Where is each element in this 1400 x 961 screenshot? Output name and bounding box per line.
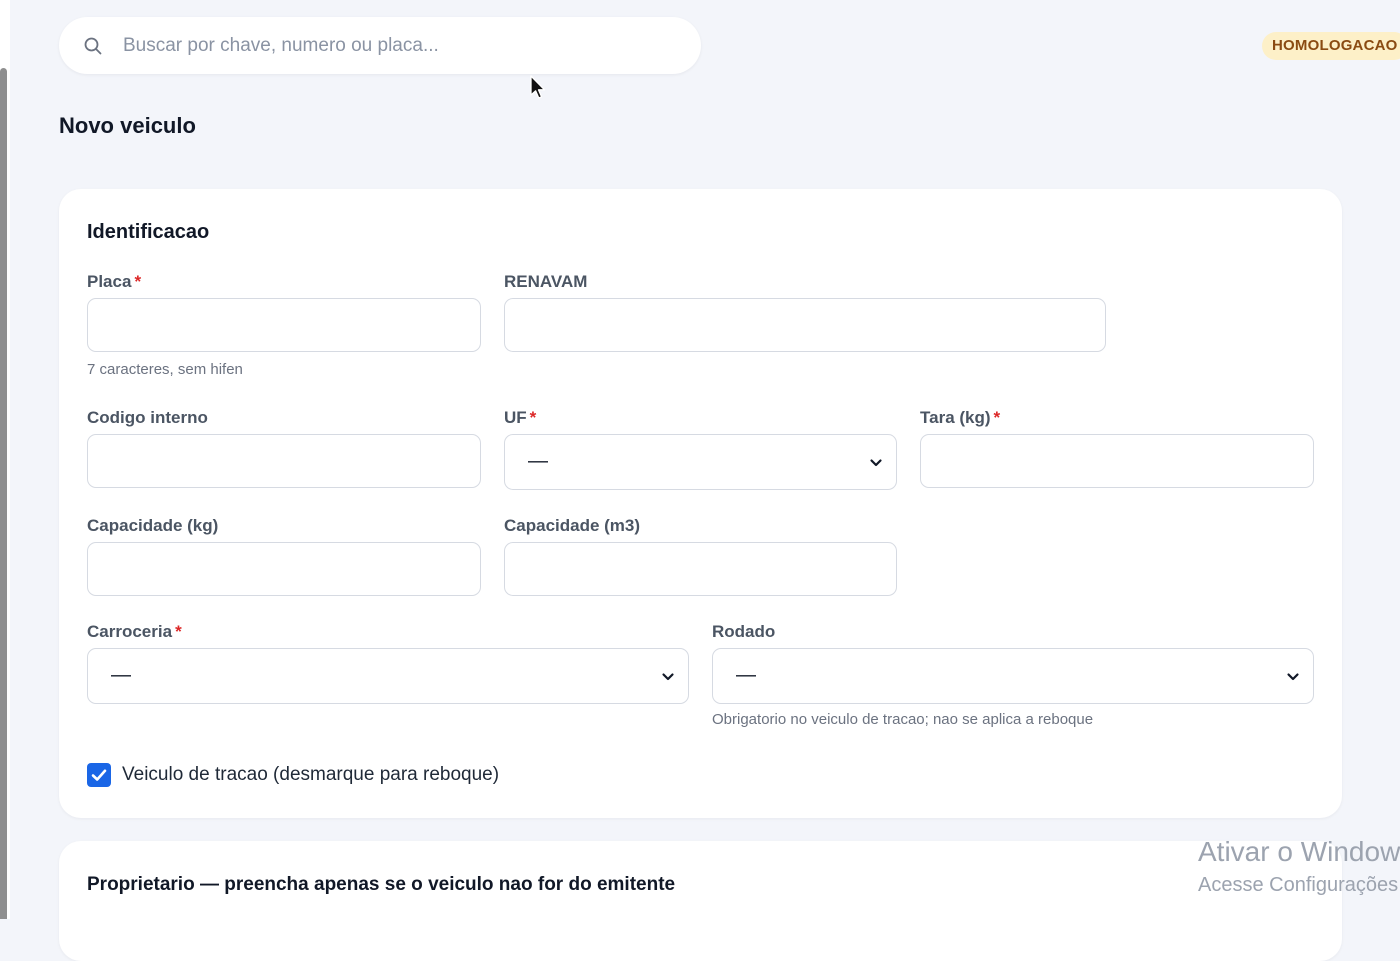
field-renavam: RENAVAM [504, 271, 1106, 352]
field-carroceria: Carroceria * — [87, 621, 689, 704]
field-rodado: Rodado — Obrigatorio no veiculo de traca… [712, 621, 1314, 728]
renavam-label: RENAVAM [504, 272, 588, 291]
field-capacidade-m3: Capacidade (m3) [504, 515, 897, 596]
field-tara: Tara (kg) * [920, 407, 1314, 488]
renavam-input[interactable] [504, 298, 1106, 352]
tara-label: Tara (kg) * [920, 408, 1001, 427]
required-mark: * [175, 622, 182, 641]
chevron-down-icon [870, 459, 882, 467]
section-title-proprietario: Proprietario — preencha apenas se o veic… [87, 874, 676, 895]
carroceria-selected-value: — [111, 664, 131, 686]
placa-hint: 7 caracteres, sem hifen [87, 361, 243, 378]
environment-badge: HOMOLOGACAO [1262, 32, 1400, 60]
rodado-select[interactable]: — [712, 648, 1314, 704]
carroceria-label: Carroceria * [87, 622, 182, 641]
check-icon [91, 769, 107, 781]
traction-checkbox[interactable] [87, 763, 111, 787]
uf-selected-value: — [528, 450, 548, 472]
capacidade-m3-label: Capacidade (m3) [504, 516, 641, 535]
scrollbar-thumb[interactable] [0, 68, 7, 919]
required-mark: * [993, 408, 1001, 427]
rodado-label: Rodado [712, 622, 776, 641]
required-mark: * [134, 272, 142, 291]
rodado-selected-value: — [736, 664, 756, 686]
windows-activation-watermark: Ativar o Windows Acesse Configurações pa… [1198, 836, 1400, 919]
placa-input[interactable] [87, 298, 481, 352]
capacidade-m3-input[interactable] [504, 542, 897, 596]
required-mark: * [529, 408, 537, 427]
chevron-down-icon [1287, 673, 1299, 681]
chevron-down-icon [662, 673, 674, 681]
placa-label: Placa * [87, 272, 142, 291]
uf-label: UF * [504, 408, 537, 427]
codigo-interno-label: Codigo interno [87, 408, 208, 427]
identification-card: Identificacao Placa * 7 caracteres, sem h… [59, 189, 1342, 818]
capacidade-kg-input[interactable] [87, 542, 481, 596]
global-search-box[interactable] [59, 17, 701, 74]
tara-input[interactable] [920, 434, 1314, 488]
owner-card: Proprietario — preencha apenas se o veic… [59, 841, 1342, 961]
codigo-interno-input[interactable] [87, 434, 481, 488]
capacidade-kg-label: Capacidade (kg) [87, 516, 219, 535]
carroceria-select[interactable]: — [87, 648, 689, 704]
page-title: Novo veiculo [59, 113, 196, 138]
scrollbar-track[interactable] [0, 0, 10, 919]
field-capacidade-kg: Capacidade (kg) [87, 515, 481, 596]
search-input[interactable] [121, 25, 685, 67]
rodado-hint: Obrigatorio no veiculo de tracao; nao se… [712, 711, 1094, 728]
mouse-cursor-icon [530, 75, 546, 99]
search-icon [84, 37, 102, 55]
field-uf: UF * — [504, 407, 897, 490]
watermark-line-2: Acesse Configurações para ativar o Windo… [1198, 874, 1400, 896]
field-codigo-interno: Codigo interno [87, 407, 481, 488]
traction-checkbox-label[interactable]: Veiculo de tracao (desmarque para reboqu… [122, 764, 499, 786]
field-placa: Placa * 7 caracteres, sem hifen [87, 271, 481, 378]
uf-select[interactable]: — [504, 434, 897, 490]
section-title-identificacao: Identificacao [87, 221, 210, 243]
watermark-line-1: Ativar o Windows [1198, 836, 1400, 867]
